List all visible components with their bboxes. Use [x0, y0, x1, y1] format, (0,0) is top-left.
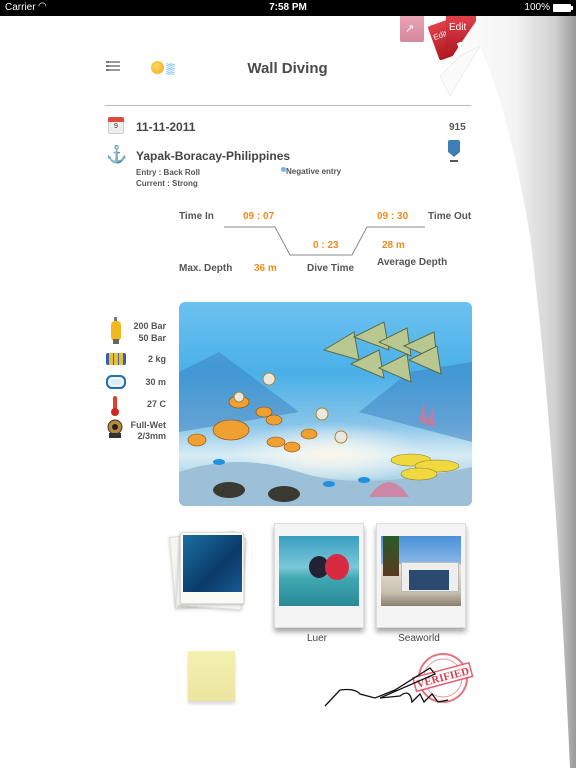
max-depth-value: 36 m	[254, 263, 277, 274]
dive-time-label: Dive Time	[307, 263, 355, 274]
signature-area[interactable]: VERIFIED	[320, 650, 480, 712]
negative-entry-label: Negative entry	[286, 167, 342, 176]
battery-percent: 100%	[524, 2, 550, 13]
suit-type: Full-Wet	[130, 420, 166, 430]
photo-caption-seaworld: Seaworld	[398, 633, 440, 644]
current-strength: Current : Strong	[136, 179, 198, 188]
tank-end-pressure: 50 Bar	[138, 333, 166, 343]
edit-button-label: Edit	[449, 22, 467, 33]
sticky-note[interactable]	[188, 651, 235, 701]
avg-depth-label: Average Depth	[377, 257, 448, 268]
verified-stamp: VERIFIED	[411, 653, 474, 703]
time-in-label: Time In	[179, 211, 214, 222]
sun-icon	[151, 61, 164, 74]
photo-luer[interactable]	[274, 523, 364, 628]
calendar-day: 9	[114, 123, 118, 130]
share-icon: ↗	[405, 23, 415, 35]
status-bar: Carrier ◠ 7:58 PM 100%	[0, 0, 576, 16]
calendar-icon: 9	[108, 117, 124, 134]
entry-type: Entry : Back Roll	[136, 168, 201, 177]
photo-caption-luer: Luer	[306, 633, 327, 644]
underwater-photo	[180, 532, 244, 604]
visibility-value: 30 m	[145, 377, 166, 387]
tank-start-pressure: 200 Bar	[133, 321, 166, 331]
weather-icon: ≈≈ ≈≈ ≈≈	[151, 60, 181, 78]
edit-tab-secondary-label: Edit	[432, 28, 449, 43]
clock: 7:58 PM	[269, 2, 307, 13]
dive-time-value: 0 : 23	[313, 240, 339, 251]
seaworld-photo-image	[381, 536, 461, 606]
dive-location: Yapak-Boracay-Philippines	[136, 149, 291, 163]
underwater-scene-image[interactable]	[179, 302, 472, 506]
page-title: Wall Diving	[247, 60, 328, 77]
avg-depth-value: 28 m	[382, 240, 405, 251]
negative-entry: Negative entry	[281, 167, 341, 176]
waves-icon: ≈≈ ≈≈ ≈≈	[166, 60, 175, 78]
log-number: 915	[449, 122, 466, 133]
share-button[interactable]: ↗	[400, 16, 424, 42]
list-icon[interactable]	[106, 61, 120, 73]
scene-illustration	[179, 321, 472, 506]
photo-seaworld[interactable]	[376, 523, 466, 628]
dive-date: 11-11-2011	[136, 120, 196, 134]
anchor-icon: ⚓	[106, 145, 128, 164]
luer-photo-image	[279, 536, 359, 606]
map-pin-icon[interactable]	[447, 140, 461, 164]
weight-value: 2 kg	[147, 354, 166, 364]
suit-thickness: 2/3mm	[137, 431, 166, 441]
max-depth-label: Max. Depth	[179, 263, 233, 274]
battery-icon	[553, 4, 573, 12]
photo-stack[interactable]	[168, 530, 248, 612]
temperature-value: 27 C	[146, 399, 166, 409]
header-divider	[105, 105, 471, 106]
time-out-label: Time Out	[428, 211, 472, 222]
